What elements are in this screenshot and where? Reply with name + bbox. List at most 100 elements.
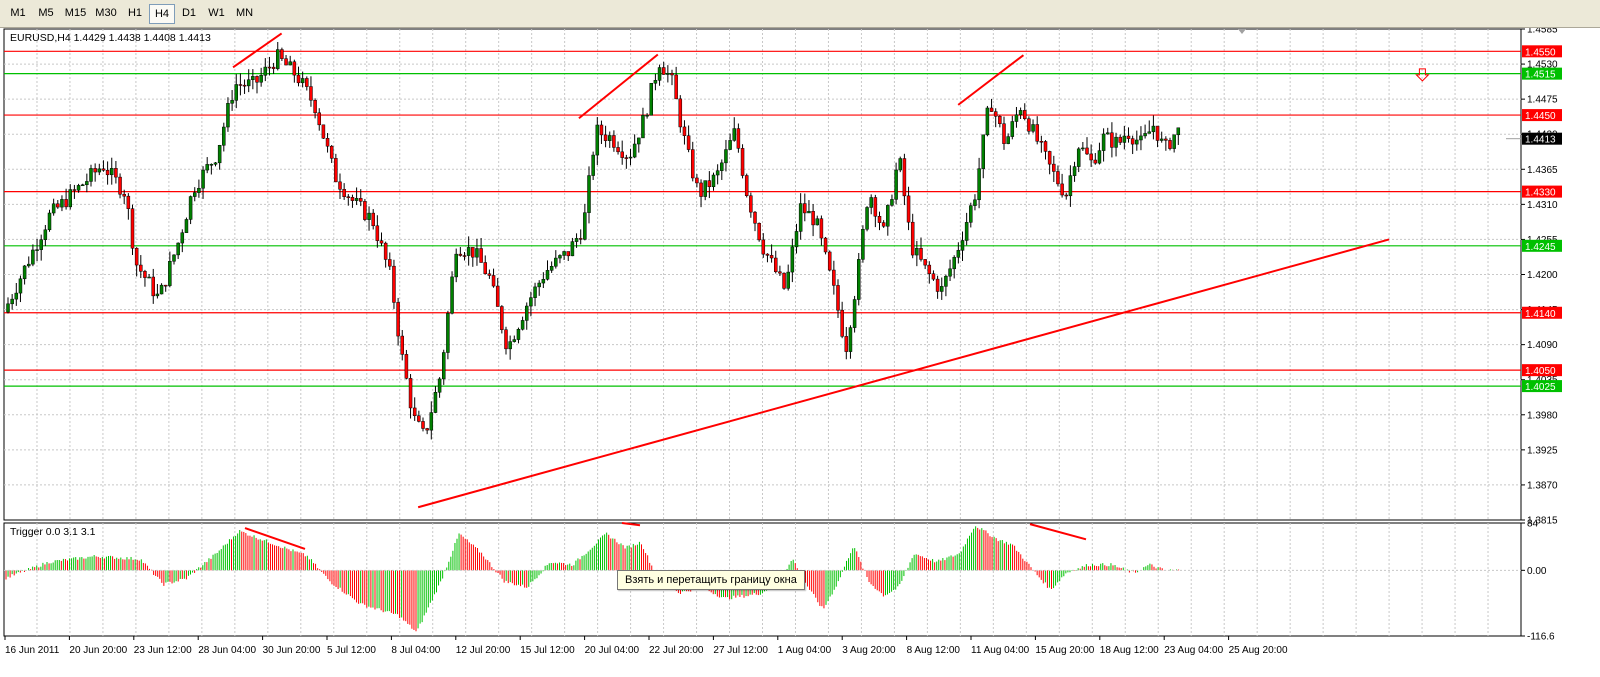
candle-body (151, 276, 155, 297)
timeframe-button-m30[interactable]: M30 (91, 4, 121, 24)
candle-body (732, 128, 736, 141)
candle-body (280, 49, 284, 59)
timeframe-button-m5[interactable]: M5 (32, 4, 60, 24)
candle-body (1122, 135, 1127, 143)
candle-body (819, 218, 824, 239)
candle-body (1130, 138, 1135, 145)
x-tick-label: 30 Jun 20:00 (263, 645, 321, 656)
candle-body (350, 197, 355, 201)
timeframe-button-m15[interactable]: M15 (61, 4, 90, 24)
candle-body (1176, 127, 1181, 136)
candle-body (450, 276, 454, 314)
candle-body (421, 421, 425, 429)
candle-body (583, 212, 587, 240)
y-tick-label: 1.4585 (1527, 28, 1558, 36)
candle-body (956, 250, 961, 258)
candle-body (379, 240, 384, 244)
candle-body (541, 279, 546, 284)
candle-body (168, 261, 172, 286)
candle-body (230, 100, 234, 104)
candle-body (176, 242, 180, 256)
candle-body (338, 181, 342, 190)
candle-body (31, 249, 35, 265)
candle-body (520, 320, 525, 330)
candle-body (703, 180, 707, 197)
x-tick-label: 16 Jun 2011 (5, 645, 60, 656)
candle-body (682, 126, 687, 136)
candle-body (1172, 134, 1176, 149)
candle-body (408, 378, 413, 409)
candle-body (906, 195, 911, 223)
timeframe-button-h1[interactable]: H1 (122, 4, 148, 24)
candle-body (126, 195, 131, 209)
candle-body (1006, 136, 1010, 144)
candle-body (711, 174, 716, 188)
candle-body (209, 164, 214, 166)
candle-body (587, 175, 591, 213)
timeframe-button-m1[interactable]: M1 (5, 4, 31, 24)
x-tick-label: 12 Jul 20:00 (456, 645, 511, 656)
candle-body (529, 297, 533, 307)
candle-body (549, 266, 554, 271)
candle-body (881, 222, 886, 227)
timeframe-button-h4[interactable]: H4 (149, 4, 175, 24)
candle-body (1101, 133, 1106, 151)
candle-body (1118, 136, 1122, 143)
candle-body (1010, 121, 1015, 137)
candle-body (255, 76, 259, 83)
candle-body (591, 154, 595, 176)
candle-body (18, 278, 23, 294)
candle-body (707, 180, 712, 188)
candle-body (234, 84, 238, 101)
candle-body (728, 140, 732, 150)
x-tick-label: 22 Jul 20:00 (649, 645, 704, 656)
candle-body (97, 168, 102, 173)
candle-body (1085, 147, 1089, 155)
timeframe-toolbar: M1 M5 M15 M30 H1 H4 D1 W1 MN (0, 0, 1600, 28)
candle-body (458, 253, 463, 256)
candle-body (993, 111, 998, 117)
chart-area[interactable]: 1.45851.45301.44751.44201.43651.43101.42… (0, 28, 1600, 677)
candle-body (292, 61, 297, 76)
candle-body (910, 221, 915, 256)
candle-body (317, 112, 321, 126)
candle-body (952, 257, 956, 270)
y-tick-label: 1.4200 (1527, 270, 1558, 281)
candle-body (765, 253, 770, 256)
candle-body (172, 254, 176, 262)
candle-body (392, 265, 396, 303)
candle-body (246, 79, 251, 87)
candle-body (757, 222, 761, 241)
candle-body (371, 212, 375, 227)
candle-body (1126, 135, 1131, 139)
candle-body (657, 67, 662, 81)
timeframe-button-d1[interactable]: D1 (176, 4, 202, 24)
candle-body (201, 169, 205, 189)
x-tick-label: 27 Jul 12:00 (713, 645, 768, 656)
candle-body (877, 215, 882, 223)
x-tick-label: 15 Aug 20:00 (1035, 645, 1094, 656)
x-tick-label: 25 Aug 20:00 (1229, 645, 1288, 656)
candle-body (1052, 163, 1056, 172)
candle-body (64, 199, 68, 208)
candle-body (238, 84, 243, 86)
candle-body (533, 286, 537, 298)
candle-body (508, 341, 512, 350)
candle-body (628, 156, 633, 159)
candle-body (68, 189, 72, 208)
candle-body (110, 168, 114, 176)
candle-body (359, 198, 363, 202)
candle-body (944, 275, 948, 287)
candle-body (915, 247, 919, 256)
price-line-tag-label: 1.4450 (1525, 111, 1556, 122)
candle-body (832, 269, 836, 286)
candle-body (836, 285, 840, 311)
candle-body (902, 158, 907, 197)
candle-body (699, 182, 703, 197)
timeframe-button-mn[interactable]: MN (231, 4, 258, 24)
candle-body (1023, 110, 1027, 119)
candle-body (259, 75, 263, 83)
candle-body (1168, 140, 1172, 149)
timeframe-button-w1[interactable]: W1 (203, 4, 230, 24)
candle-body (504, 329, 508, 350)
